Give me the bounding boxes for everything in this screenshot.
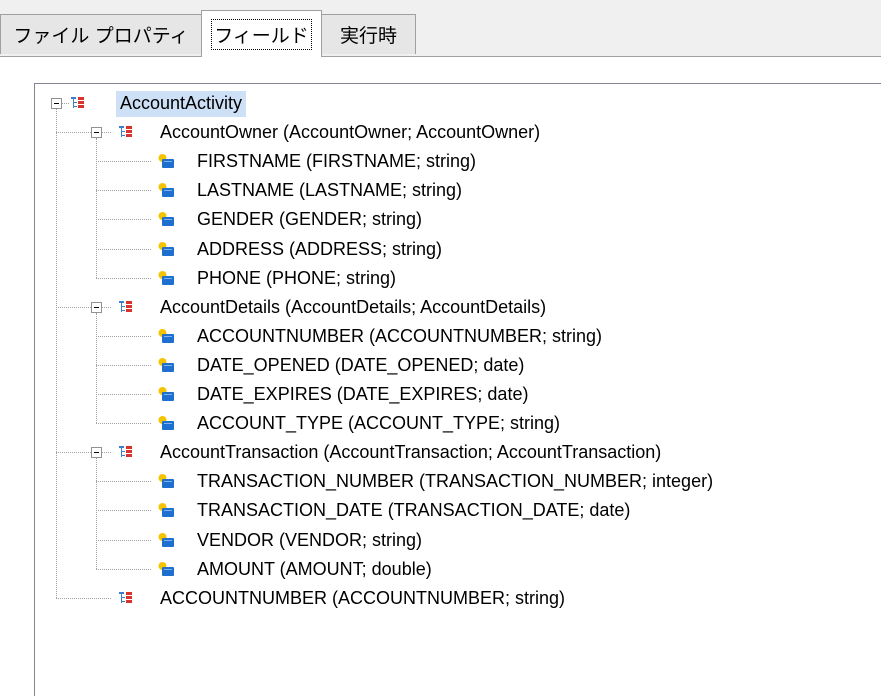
tree-line <box>96 138 97 278</box>
field-icon <box>158 561 174 576</box>
tree-line <box>96 481 151 483</box>
tree-field-node[interactable]: LASTNAME (LASTNAME; string) <box>194 178 465 202</box>
tab-file-properties[interactable]: ファイル プロパティ <box>0 14 202 54</box>
tree-group-node[interactable]: ACCOUNTNUMBER (ACCOUNTNUMBER; string) <box>157 586 568 610</box>
tree-line <box>56 452 91 454</box>
tree-field-node[interactable]: ADDRESS (ADDRESS; string) <box>194 237 445 261</box>
tree-group-node[interactable]: AccountTransaction (AccountTransaction; … <box>157 440 664 464</box>
field-icon <box>158 532 174 547</box>
tree-line <box>56 132 91 134</box>
tab-runtime[interactable]: 実行時 <box>321 14 416 54</box>
tree-line <box>96 568 151 570</box>
tree-line <box>56 597 111 599</box>
tree-field-node[interactable]: AMOUNT (AMOUNT; double) <box>194 557 435 581</box>
tree-line <box>102 306 111 308</box>
tree-group-node[interactable]: AccountOwner (AccountOwner; AccountOwner… <box>157 120 543 144</box>
tab-fields-label: フィールド <box>211 18 312 50</box>
tree-line <box>96 190 151 192</box>
tree-field-node[interactable]: VENDOR (VENDOR; string) <box>194 528 425 552</box>
collapse-toggle-icon[interactable] <box>91 447 102 459</box>
tree-field-node[interactable]: ACCOUNTNUMBER (ACCOUNTNUMBER; string) <box>194 324 605 348</box>
field-icon <box>158 474 174 489</box>
tab-strip: ファイル プロパティ フィールド 実行時 <box>0 0 881 57</box>
structure-icon <box>119 446 132 458</box>
field-icon <box>158 387 174 401</box>
tree-line <box>62 103 69 104</box>
tree-line <box>56 109 57 598</box>
tree-field-node[interactable]: PHONE (PHONE; string) <box>194 266 399 290</box>
structure-icon <box>119 300 132 312</box>
tree-field-node[interactable]: TRANSACTION_DATE (TRANSACTION_DATE; date… <box>194 498 633 522</box>
structure-icon <box>119 126 132 138</box>
tree-line <box>96 335 151 337</box>
field-icon <box>158 154 174 169</box>
tree-line <box>102 132 111 134</box>
tree-line <box>96 312 97 424</box>
tree-field-node[interactable]: DATE_OPENED (DATE_OPENED; date) <box>194 353 527 377</box>
tree-root-node[interactable]: AccountActivity <box>116 91 247 117</box>
tree-field-node[interactable]: ACCOUNT_TYPE (ACCOUNT_TYPE; string) <box>194 411 563 435</box>
tree-line <box>56 306 91 308</box>
field-icon <box>158 328 174 343</box>
collapse-toggle-icon[interactable] <box>91 301 102 313</box>
collapse-toggle-icon[interactable] <box>51 98 62 109</box>
tree-field-node[interactable]: DATE_EXPIRES (DATE_EXPIRES; date) <box>194 382 531 406</box>
structure-icon <box>119 591 132 603</box>
tab-runtime-label: 実行時 <box>339 26 397 47</box>
tree-field-node[interactable]: FIRSTNAME (FIRSTNAME; string) <box>194 149 479 173</box>
field-icon <box>158 270 174 285</box>
structure-icon <box>71 97 84 108</box>
field-icon <box>158 241 174 256</box>
tree-field-node[interactable]: GENDER (GENDER; string) <box>194 207 425 231</box>
field-icon <box>158 503 174 518</box>
tree-line <box>96 510 151 512</box>
field-icon <box>158 212 174 227</box>
tree-line <box>96 161 151 163</box>
field-tree[interactable]: AccountActivity AccountOwner (AccountOwne… <box>34 83 881 696</box>
tree-line <box>96 277 151 279</box>
tree-line <box>96 423 151 425</box>
tree-line <box>96 394 151 395</box>
tab-fields[interactable]: フィールド <box>201 10 322 57</box>
tree-line <box>102 452 111 454</box>
field-icon <box>158 183 174 198</box>
tree-line <box>96 539 151 541</box>
tab-file-properties-label: ファイル プロパティ <box>13 26 189 47</box>
collapse-toggle-icon[interactable] <box>91 127 102 139</box>
field-icon <box>158 357 174 372</box>
tree-line <box>96 248 151 250</box>
field-icon <box>158 416 174 431</box>
tree-group-node[interactable]: AccountDetails (AccountDetails; AccountD… <box>157 295 549 319</box>
tree-field-node[interactable]: TRANSACTION_NUMBER (TRANSACTION_NUMBER; … <box>194 469 716 493</box>
tree-line <box>96 219 151 221</box>
tree-line <box>96 364 151 366</box>
tree-line <box>96 458 97 569</box>
